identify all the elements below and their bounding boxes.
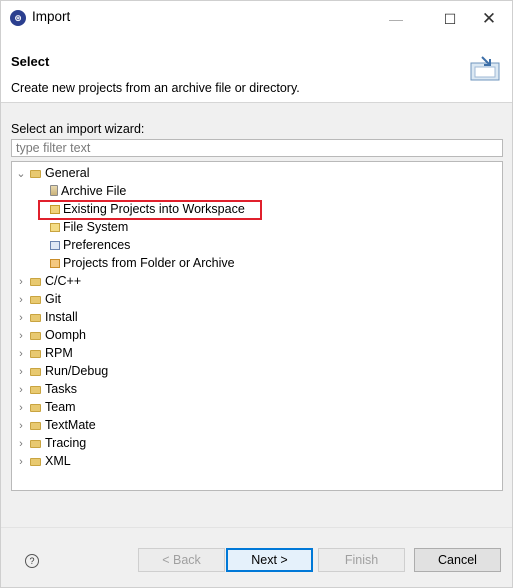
tree-item-file-system[interactable]: File System xyxy=(50,218,128,236)
tree-item-label: Team xyxy=(45,400,76,414)
folder-icon xyxy=(30,278,41,286)
tree-item-xml[interactable]: › XML xyxy=(15,452,71,470)
chevron-down-icon[interactable]: ⌄ xyxy=(15,165,27,183)
tree-item-tracing[interactable]: › Tracing xyxy=(15,434,86,452)
folder-icon xyxy=(30,170,41,178)
tree-item-label: General xyxy=(45,166,90,180)
close-button[interactable]: ✕ xyxy=(469,3,509,35)
next-button[interactable]: Next > xyxy=(226,548,313,572)
folder-icon xyxy=(30,404,41,412)
folder-icon xyxy=(30,458,41,466)
chevron-right-icon[interactable]: › xyxy=(15,363,27,381)
filter-input[interactable] xyxy=(11,139,503,157)
title-bar[interactable]: ⊛ Import — ☐ ✕ xyxy=(1,1,512,39)
chevron-right-icon[interactable]: › xyxy=(15,345,27,363)
chevron-right-icon[interactable]: › xyxy=(15,327,27,345)
tree-item-run-debug[interactable]: › Run/Debug xyxy=(15,362,108,380)
tree-item-label: RPM xyxy=(45,346,73,360)
tree-item-general[interactable]: ⌄ General xyxy=(15,164,89,182)
folder-icon xyxy=(30,296,41,304)
wizard-body: Select an import wizard: ⌄ General Archiv… xyxy=(1,103,512,527)
projects-folder-icon xyxy=(50,259,60,268)
minimize-button[interactable]: — xyxy=(376,3,416,35)
tree-item-label: C/C++ xyxy=(45,274,82,288)
chevron-right-icon[interactable]: › xyxy=(15,309,27,327)
folder-icon xyxy=(30,422,41,430)
eclipse-app-icon: ⊛ xyxy=(10,10,26,26)
page-description: Create new projects from an archive file… xyxy=(11,81,300,95)
import-dialog: ⊛ Import — ☐ ✕ Select Create new project… xyxy=(0,0,513,588)
tree-item-team[interactable]: › Team xyxy=(15,398,76,417)
tree-item-label: Run/Debug xyxy=(45,364,109,378)
folder-icon xyxy=(30,314,41,322)
finish-button[interactable]: Finish xyxy=(318,548,405,572)
help-icon[interactable]: ? xyxy=(25,554,39,568)
tree-item-git[interactable]: › Git xyxy=(15,290,61,308)
tree-item-textmate[interactable]: › TextMate xyxy=(15,416,96,434)
tree-item-install[interactable]: › Install xyxy=(15,308,78,326)
import-wizard-icon xyxy=(470,56,500,81)
tree-item-label: TextMate xyxy=(45,418,96,432)
folder-icon xyxy=(30,350,41,358)
tree-item-oomph[interactable]: › Oomph xyxy=(15,326,86,344)
back-button[interactable]: < Back xyxy=(138,548,225,572)
preferences-icon xyxy=(50,241,60,250)
tree-item-projects-from-folder[interactable]: Projects from Folder or Archive xyxy=(50,254,235,272)
tree-item-label: XML xyxy=(45,454,71,468)
tree-item-label: Install xyxy=(45,310,78,324)
chevron-right-icon[interactable]: › xyxy=(15,399,27,417)
folder-icon xyxy=(30,440,41,448)
maximize-button[interactable]: ☐ xyxy=(430,3,470,35)
folder-icon xyxy=(30,368,41,376)
page-title: Select xyxy=(11,54,50,69)
tree-item-label: Oomph xyxy=(45,328,86,342)
tree-item-label: Git xyxy=(45,292,61,306)
chevron-right-icon[interactable]: › xyxy=(15,453,27,471)
tree-item-preferences[interactable]: Preferences xyxy=(50,236,130,254)
wizard-header: Select Create new projects from an archi… xyxy=(1,39,512,102)
tree-item-label: Archive File xyxy=(61,184,127,198)
folder-icon xyxy=(30,386,41,394)
cancel-button[interactable]: Cancel xyxy=(414,548,501,572)
chevron-right-icon[interactable]: › xyxy=(15,417,27,435)
tree-item-rpm[interactable]: › RPM xyxy=(15,344,73,362)
chevron-right-icon[interactable]: › xyxy=(15,273,27,291)
tree-item-label: Projects from Folder or Archive xyxy=(63,256,235,270)
archive-file-icon xyxy=(50,185,58,196)
wizard-footer: ? < Back Next > Finish Cancel xyxy=(1,528,512,587)
select-wizard-label: Select an import wizard: xyxy=(11,122,145,136)
tree-item-label: Tasks xyxy=(45,382,77,396)
tree-item-archive-file[interactable]: Archive File xyxy=(50,182,126,200)
file-system-icon xyxy=(50,223,60,232)
chevron-right-icon[interactable]: › xyxy=(15,291,27,309)
window-title: Import xyxy=(32,9,71,24)
chevron-right-icon[interactable]: › xyxy=(15,381,27,399)
folder-icon xyxy=(30,332,41,340)
tree-item-label: Preferences xyxy=(63,238,131,252)
selection-highlight-box xyxy=(38,200,262,220)
tree-item-tasks[interactable]: › Tasks xyxy=(15,380,77,398)
chevron-right-icon[interactable]: › xyxy=(15,435,27,453)
tree-item-cpp[interactable]: › C/C++ xyxy=(15,272,81,290)
tree-item-label: Tracing xyxy=(45,436,87,450)
tree-item-label: File System xyxy=(63,220,129,234)
